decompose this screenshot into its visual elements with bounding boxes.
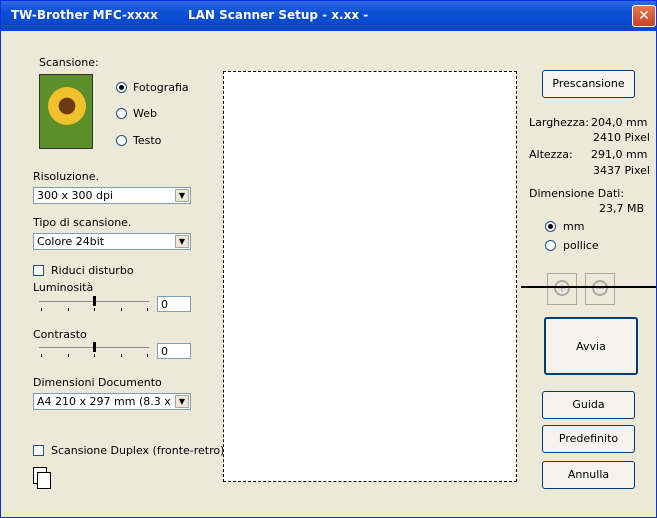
scan-type-select[interactable]: Colore 24bit ▼ — [33, 233, 191, 250]
default-button-label: Predefinito — [558, 432, 619, 445]
zoom-out-button[interactable]: − — [585, 273, 615, 305]
radio-unit-mm[interactable] — [545, 221, 556, 232]
help-button[interactable]: Guida — [542, 391, 635, 419]
noise-reduction-label: Riduci disturbo — [51, 264, 134, 277]
radio-mode-text-label: Testo — [133, 134, 162, 147]
radio-unit-mm-label: mm — [563, 220, 585, 233]
slider-tick — [41, 354, 42, 357]
prescan-button[interactable]: Prescansione — [542, 70, 635, 98]
slider-tick — [121, 308, 122, 311]
slider-tick — [41, 308, 42, 311]
brightness-label: Luminosità — [33, 281, 94, 294]
zoom-in-button[interactable]: + — [547, 273, 577, 305]
duplex-label: Scansione Duplex (fronte-retro) — [51, 444, 225, 457]
resolution-label: Risoluzione. — [33, 170, 99, 183]
radio-mode-photo[interactable] — [116, 82, 127, 93]
radio-mode-web[interactable] — [116, 108, 127, 119]
contrast-value: 0 — [161, 345, 168, 358]
radio-mode-photo-label: Fotografia — [133, 81, 189, 94]
width-px-value: 2410 Pixel — [593, 131, 650, 144]
slider-tick — [121, 354, 122, 357]
width-mm-value: 204,0 mm — [591, 116, 648, 129]
scanner-setup-window: TW-Brother MFC-xxxx LAN Scanner Setup - … — [0, 0, 657, 518]
cancel-button[interactable]: Annulla — [542, 461, 635, 489]
height-label: Altezza: — [529, 148, 573, 161]
slider-tick — [147, 308, 148, 311]
contrast-input[interactable]: 0 — [157, 343, 191, 359]
brightness-input[interactable]: 0 — [157, 296, 191, 312]
data-size-value: 23,7 MB — [599, 202, 645, 215]
close-icon[interactable]: ✕ — [632, 5, 656, 27]
scan-mode-label: Scansione: — [39, 56, 99, 69]
brightness-slider-thumb[interactable] — [93, 296, 96, 306]
slider-tick — [68, 354, 69, 357]
chevron-down-icon[interactable]: ▼ — [175, 235, 189, 248]
slider-tick — [94, 308, 95, 311]
scan-type-value: Colore 24bit — [37, 235, 105, 248]
document-size-select[interactable]: A4 210 x 297 mm (8.3 x 11.7 pollici) ▼ — [33, 393, 191, 410]
contrast-label: Contrasto — [33, 328, 87, 341]
width-label: Larghezza: — [529, 116, 589, 129]
sunflower-image — [48, 87, 86, 125]
radio-mode-web-label: Web — [133, 107, 157, 120]
radio-unit-inch-label: pollice — [563, 239, 599, 252]
zoom-out-icon: − — [592, 280, 608, 296]
sunflower-photo-icon — [39, 74, 93, 149]
help-button-label: Guida — [572, 398, 605, 411]
title-bar[interactable]: TW-Brother MFC-xxxx LAN Scanner Setup - … — [1, 1, 656, 31]
scan-preview-area[interactable] — [223, 71, 517, 482]
slider-tick — [147, 354, 148, 357]
duplex-pages-icon — [33, 467, 51, 489]
start-button[interactable]: Avvia — [544, 317, 638, 375]
document-size-label: Dimensioni Documento — [33, 376, 162, 389]
noise-reduction-checkbox[interactable] — [33, 265, 44, 276]
resolution-value: 300 x 300 dpi — [37, 189, 114, 202]
height-mm-value: 291,0 mm — [591, 148, 648, 161]
document-size-value: A4 210 x 297 mm (8.3 x 11.7 pollici) — [37, 395, 173, 408]
slider-tick — [68, 308, 69, 311]
start-button-label: Avvia — [576, 340, 606, 353]
contrast-slider-thumb[interactable] — [93, 342, 96, 352]
window-title-setup: LAN Scanner Setup - x.xx - — [188, 8, 369, 22]
resolution-select[interactable]: 300 x 300 dpi ▼ — [33, 187, 191, 204]
scan-type-label: Tipo di scansione. — [33, 216, 132, 229]
zoom-in-icon: + — [554, 280, 570, 296]
height-px-value: 3437 Pixel — [593, 164, 650, 177]
data-size-label: Dimensione Dati: — [529, 187, 625, 200]
slider-tick — [94, 354, 95, 357]
duplex-checkbox[interactable] — [33, 445, 44, 456]
divider-line — [521, 286, 656, 288]
cancel-button-label: Annulla — [567, 468, 610, 481]
radio-mode-text[interactable] — [116, 135, 127, 146]
chevron-down-icon[interactable]: ▼ — [175, 395, 189, 408]
prescan-button-label: Prescansione — [552, 77, 625, 90]
radio-unit-inch[interactable] — [545, 240, 556, 251]
chevron-down-icon[interactable]: ▼ — [175, 189, 189, 202]
brightness-value: 0 — [161, 298, 168, 311]
default-button[interactable]: Predefinito — [542, 425, 635, 453]
window-title-app: TW-Brother MFC-xxxx — [11, 8, 158, 22]
